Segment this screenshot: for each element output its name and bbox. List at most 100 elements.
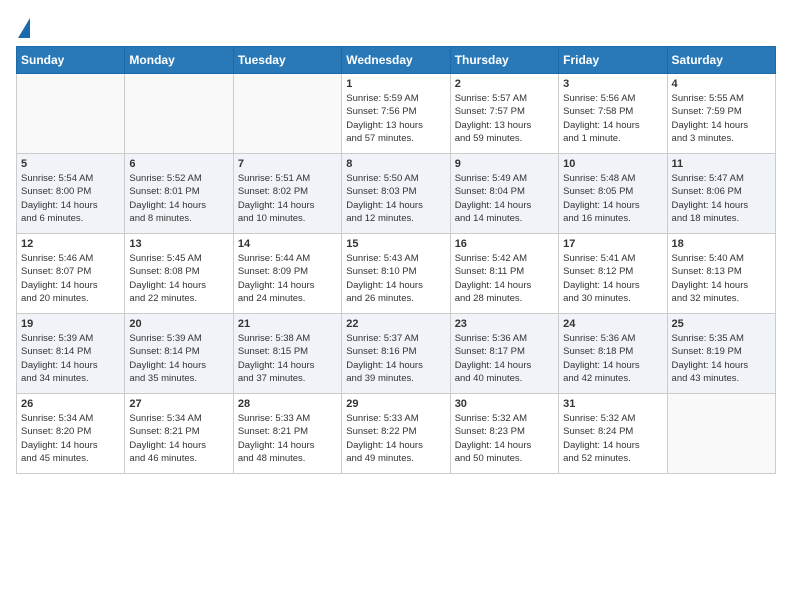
day-info: Sunrise: 5:41 AM Sunset: 8:12 PM Dayligh…: [563, 252, 662, 305]
day-number: 9: [455, 158, 554, 170]
weekday-header-wednesday: Wednesday: [342, 47, 450, 74]
day-info: Sunrise: 5:52 AM Sunset: 8:01 PM Dayligh…: [129, 172, 228, 225]
calendar-cell: 28 Sunrise: 5:33 AM Sunset: 8:21 PM Dayli…: [233, 394, 341, 474]
day-number: 4: [672, 78, 771, 90]
day-info: Sunrise: 5:55 AM Sunset: 7:59 PM Dayligh…: [672, 92, 771, 145]
day-info: Sunrise: 5:49 AM Sunset: 8:04 PM Dayligh…: [455, 172, 554, 225]
day-info: Sunrise: 5:42 AM Sunset: 8:11 PM Dayligh…: [455, 252, 554, 305]
calendar-cell: 27 Sunrise: 5:34 AM Sunset: 8:21 PM Dayli…: [125, 394, 233, 474]
day-info: Sunrise: 5:36 AM Sunset: 8:18 PM Dayligh…: [563, 332, 662, 385]
day-info: Sunrise: 5:56 AM Sunset: 7:58 PM Dayligh…: [563, 92, 662, 145]
day-number: 30: [455, 398, 554, 410]
day-info: Sunrise: 5:48 AM Sunset: 8:05 PM Dayligh…: [563, 172, 662, 225]
weekday-header-sunday: Sunday: [17, 47, 125, 74]
day-number: 2: [455, 78, 554, 90]
day-number: 18: [672, 238, 771, 250]
calendar-cell: 6Sunrise: 5:52 AM Sunset: 8:01 PM Daylig…: [125, 154, 233, 234]
day-info: Sunrise: 5:36 AM Sunset: 8:17 PM Dayligh…: [455, 332, 554, 385]
day-number: 3: [563, 78, 662, 90]
day-info: Sunrise: 5:37 AM Sunset: 8:16 PM Dayligh…: [346, 332, 445, 385]
day-info: Sunrise: 5:51 AM Sunset: 8:02 PM Dayligh…: [238, 172, 337, 225]
calendar-cell: 2 Sunrise: 5:57 AM Sunset: 7:57 PM Daylig…: [450, 74, 558, 154]
calendar-cell: 30 Sunrise: 5:32 AM Sunset: 8:23 PM Dayli…: [450, 394, 558, 474]
calendar-cell: 5 Sunrise: 5:54 AM Sunset: 8:00 PM Daylig…: [17, 154, 125, 234]
day-number: 23: [455, 318, 554, 330]
day-number: 29: [346, 398, 445, 410]
calendar-cell: 15Sunrise: 5:43 AM Sunset: 8:10 PM Dayli…: [342, 234, 450, 314]
calendar-cell: 24 Sunrise: 5:36 AM Sunset: 8:18 PM Dayli…: [559, 314, 667, 394]
day-info: Sunrise: 5:35 AM Sunset: 8:19 PM Dayligh…: [672, 332, 771, 385]
day-number: 8: [346, 158, 445, 170]
day-info: Sunrise: 5:33 AM Sunset: 8:21 PM Dayligh…: [238, 412, 337, 465]
day-number: 11: [672, 158, 771, 170]
calendar-cell: 11 Sunrise: 5:47 AM Sunset: 8:06 PM Dayli…: [667, 154, 775, 234]
calendar-cell: 10 Sunrise: 5:48 AM Sunset: 8:05 PM Dayli…: [559, 154, 667, 234]
day-info: Sunrise: 5:34 AM Sunset: 8:21 PM Dayligh…: [129, 412, 228, 465]
day-number: 16: [455, 238, 554, 250]
weekday-header-monday: Monday: [125, 47, 233, 74]
day-number: 21: [238, 318, 337, 330]
weekday-header-friday: Friday: [559, 47, 667, 74]
day-info: Sunrise: 5:32 AM Sunset: 8:23 PM Dayligh…: [455, 412, 554, 465]
day-number: 25: [672, 318, 771, 330]
day-info: Sunrise: 5:47 AM Sunset: 8:06 PM Dayligh…: [672, 172, 771, 225]
calendar-cell: 7 Sunrise: 5:51 AM Sunset: 8:02 PM Daylig…: [233, 154, 341, 234]
calendar-cell: 29 Sunrise: 5:33 AM Sunset: 8:22 PM Dayli…: [342, 394, 450, 474]
calendar-cell: 8 Sunrise: 5:50 AM Sunset: 8:03 PM Daylig…: [342, 154, 450, 234]
calendar-cell: 9 Sunrise: 5:49 AM Sunset: 8:04 PM Daylig…: [450, 154, 558, 234]
calendar-table: SundayMondayTuesdayWednesdayThursdayFrid…: [16, 46, 776, 474]
day-number: 17: [563, 238, 662, 250]
day-number: 27: [129, 398, 228, 410]
calendar-cell: 14 Sunrise: 5:44 AM Sunset: 8:09 PM Dayli…: [233, 234, 341, 314]
day-number: 24: [563, 318, 662, 330]
day-number: 1: [346, 78, 445, 90]
day-number: 10: [563, 158, 662, 170]
logo-triangle-icon: [18, 18, 30, 38]
day-info: Sunrise: 5:57 AM Sunset: 7:57 PM Dayligh…: [455, 92, 554, 145]
page-header: [16, 16, 776, 38]
calendar-cell: 20 Sunrise: 5:39 AM Sunset: 8:14 PM Dayli…: [125, 314, 233, 394]
day-number: 22: [346, 318, 445, 330]
calendar-cell: 3 Sunrise: 5:56 AM Sunset: 7:58 PM Daylig…: [559, 74, 667, 154]
day-info: Sunrise: 5:45 AM Sunset: 8:08 PM Dayligh…: [129, 252, 228, 305]
day-number: 14: [238, 238, 337, 250]
calendar-cell: 21 Sunrise: 5:38 AM Sunset: 8:15 PM Dayli…: [233, 314, 341, 394]
day-info: Sunrise: 5:50 AM Sunset: 8:03 PM Dayligh…: [346, 172, 445, 225]
calendar-cell: 31 Sunrise: 5:32 AM Sunset: 8:24 PM Dayli…: [559, 394, 667, 474]
weekday-header-saturday: Saturday: [667, 47, 775, 74]
calendar-cell: [233, 74, 341, 154]
day-number: 15: [346, 238, 445, 250]
day-info: Sunrise: 5:44 AM Sunset: 8:09 PM Dayligh…: [238, 252, 337, 305]
day-info: Sunrise: 5:33 AM Sunset: 8:22 PM Dayligh…: [346, 412, 445, 465]
calendar-cell: 25 Sunrise: 5:35 AM Sunset: 8:19 PM Dayli…: [667, 314, 775, 394]
day-number: 5: [21, 158, 120, 170]
day-info: Sunrise: 5:54 AM Sunset: 8:00 PM Dayligh…: [21, 172, 120, 225]
calendar-cell: 23 Sunrise: 5:36 AM Sunset: 8:17 PM Dayli…: [450, 314, 558, 394]
day-info: Sunrise: 5:59 AM Sunset: 7:56 PM Dayligh…: [346, 92, 445, 145]
day-number: 13: [129, 238, 228, 250]
weekday-header-tuesday: Tuesday: [233, 47, 341, 74]
day-info: Sunrise: 5:39 AM Sunset: 8:14 PM Dayligh…: [21, 332, 120, 385]
calendar-cell: 4 Sunrise: 5:55 AM Sunset: 7:59 PM Daylig…: [667, 74, 775, 154]
calendar-cell: 18Sunrise: 5:40 AM Sunset: 8:13 PM Dayli…: [667, 234, 775, 314]
calendar-cell: 19Sunrise: 5:39 AM Sunset: 8:14 PM Dayli…: [17, 314, 125, 394]
calendar-cell: [125, 74, 233, 154]
day-number: 7: [238, 158, 337, 170]
calendar-cell: 13 Sunrise: 5:45 AM Sunset: 8:08 PM Dayli…: [125, 234, 233, 314]
day-number: 20: [129, 318, 228, 330]
logo: [16, 16, 30, 38]
day-number: 26: [21, 398, 120, 410]
calendar-cell: [17, 74, 125, 154]
calendar-cell: [667, 394, 775, 474]
day-info: Sunrise: 5:39 AM Sunset: 8:14 PM Dayligh…: [129, 332, 228, 385]
day-number: 31: [563, 398, 662, 410]
day-info: Sunrise: 5:38 AM Sunset: 8:15 PM Dayligh…: [238, 332, 337, 385]
calendar-cell: 16 Sunrise: 5:42 AM Sunset: 8:11 PM Dayli…: [450, 234, 558, 314]
day-info: Sunrise: 5:32 AM Sunset: 8:24 PM Dayligh…: [563, 412, 662, 465]
calendar-cell: 26Sunrise: 5:34 AM Sunset: 8:20 PM Dayli…: [17, 394, 125, 474]
weekday-header-thursday: Thursday: [450, 47, 558, 74]
calendar-cell: 22 Sunrise: 5:37 AM Sunset: 8:16 PM Dayli…: [342, 314, 450, 394]
calendar-cell: 1 Sunrise: 5:59 AM Sunset: 7:56 PM Daylig…: [342, 74, 450, 154]
day-number: 28: [238, 398, 337, 410]
day-info: Sunrise: 5:46 AM Sunset: 8:07 PM Dayligh…: [21, 252, 120, 305]
